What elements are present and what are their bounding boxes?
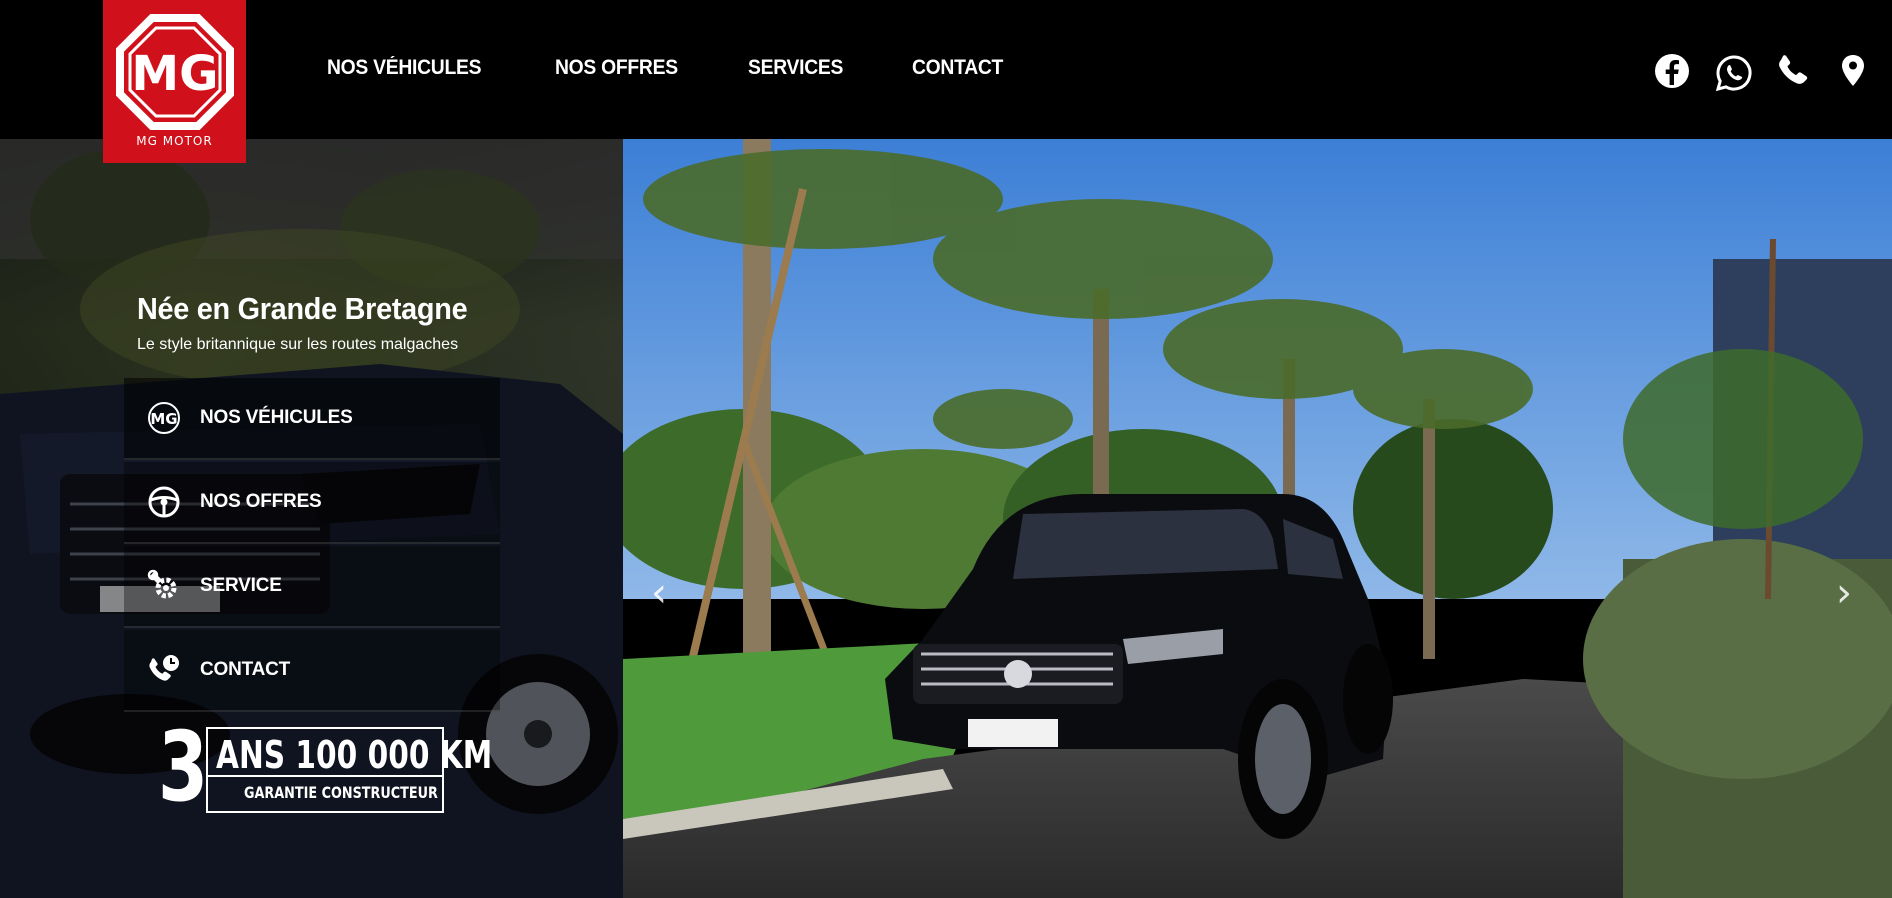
logo-text: MG MOTOR [136,134,213,148]
phone-icon[interactable] [1774,52,1812,90]
svg-text:MG: MG [150,410,177,428]
mg-logo-icon: MG [146,400,182,436]
hero-left-panel: Née en Grande Bretagne Le style britanni… [0,139,623,898]
quick-menu-label: CONTACT [200,659,291,680]
nav-offres[interactable]: NOS OFFRES [555,56,678,80]
quick-menu: MG NOS VÉHICULES NOS OFFRES SERVICE CONT… [124,378,500,714]
nav-vehicules[interactable]: NOS VÉHICULES [327,56,482,80]
warranty-distance: ANS 100 000 KM [216,733,493,777]
black-suv-photo [623,139,1892,898]
quick-menu-offres[interactable]: NOS OFFRES [124,462,500,544]
quick-menu-label: NOS OFFRES [200,491,322,512]
site-header: NOS VÉHICULES NOS OFFRES SERVICES CONTAC… [0,0,1892,139]
hero-subline: Le style britannique sur les routes malg… [137,336,459,353]
service-gear-icon [146,568,182,604]
steering-wheel-icon [146,484,182,520]
warranty-label: GARANTIE CONSTRUCTEUR [244,783,438,802]
quick-menu-vehicules[interactable]: MG NOS VÉHICULES [124,378,500,460]
mg-motor-logo[interactable]: MG MG MOTOR [103,0,246,163]
slider-prev-arrow[interactable]: ‹ [651,570,667,616]
quick-menu-label: NOS VÉHICULES [200,407,353,428]
logo-letters: MG [131,46,218,102]
nav-services[interactable]: SERVICES [748,56,843,80]
hero-headline: Née en Grande Bretagne [137,291,468,326]
quick-menu-service[interactable]: SERVICE [124,546,500,628]
facebook-icon[interactable] [1653,52,1691,90]
phone-clock-icon [146,652,182,688]
warranty-badge: 3 ANS 100 000 KM GARANTIE CONSTRUCTEUR [158,711,492,823]
nav-contact[interactable]: CONTACT [912,56,1003,80]
quick-menu-label: SERVICE [200,575,282,596]
whatsapp-icon[interactable] [1715,54,1753,92]
location-pin-icon[interactable] [1834,52,1872,90]
quick-menu-contact[interactable]: CONTACT [124,630,500,712]
main-nav: NOS VÉHICULES NOS OFFRES SERVICES CONTAC… [327,56,1071,80]
mg-octagon-icon: MG [115,14,234,130]
hero-slider: ‹ › [623,139,1892,898]
slider-next-arrow[interactable]: › [1836,570,1852,616]
warranty-years: 3 [158,711,209,823]
